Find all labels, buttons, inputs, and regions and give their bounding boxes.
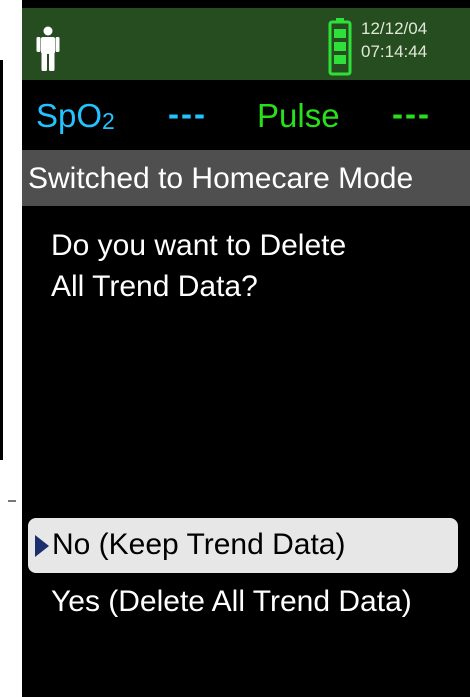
left-tick-mark xyxy=(8,500,16,502)
status-bar: Switched to Homecare Mode xyxy=(22,150,470,206)
header-bar: 12/12/04 07:14:44 xyxy=(22,8,470,80)
spo2-subscript: 2 xyxy=(102,108,115,134)
pulse-label: Pulse xyxy=(257,97,340,134)
left-border-line xyxy=(0,60,3,460)
pulse-value: --- xyxy=(392,95,431,132)
vitals-row: SpO2 --- Pulse --- xyxy=(22,80,470,148)
header-time: 07:14:44 xyxy=(361,42,428,61)
option-yes-delete-trend-data[interactable]: Yes (Delete All Trend Data) xyxy=(51,585,412,619)
option-no-keep-trend-data[interactable]: No (Keep Trend Data) xyxy=(28,518,458,573)
status-message: Switched to Homecare Mode xyxy=(28,162,414,195)
battery-icon xyxy=(328,18,352,81)
selection-arrow-icon xyxy=(35,535,49,562)
spo2-label: SpO2 xyxy=(36,97,115,134)
spo2-value: --- xyxy=(168,95,207,132)
prompt-line-2: All Trend Data? xyxy=(51,270,258,303)
prompt-line-1: Do you want to Delete xyxy=(51,229,347,262)
person-icon xyxy=(36,26,60,77)
header-date: 12/12/04 xyxy=(361,19,428,38)
device-screen: 12/12/04 07:14:44 SpO2 --- Pulse --- Swi… xyxy=(22,0,470,697)
option-no-label: No (Keep Trend Data) xyxy=(52,528,346,561)
